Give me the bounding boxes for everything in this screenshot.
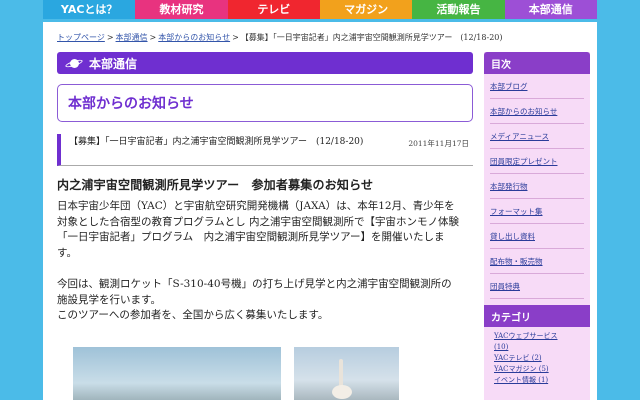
category-item-magazine[interactable]: YACマガジン (5) bbox=[494, 364, 590, 375]
category-item-tv[interactable]: YACテレビ (2) bbox=[494, 353, 590, 364]
breadcrumb-separator: > bbox=[106, 33, 114, 42]
nav-item-tv[interactable]: テレビ bbox=[227, 0, 320, 19]
breadcrumb-current: 【募集】「一日宇宙記者」内之浦宇宙空間観測所見学ツアー (12/18-20) bbox=[240, 33, 503, 42]
notice-heading-box: 本部からのお知らせ bbox=[57, 84, 473, 122]
section-title: 本部通信 bbox=[89, 56, 138, 71]
category-item-web[interactable]: YACウェブサービス bbox=[494, 331, 590, 342]
sidebar-item-rental[interactable]: 貸し出し資料 bbox=[490, 224, 584, 249]
breadcrumb-link-oshirase[interactable]: 本部からのお知らせ bbox=[158, 33, 230, 42]
sidebar: 目次 本部ブログ 本部からのお知らせ メディアニュース 団員限定プレゼント 本部… bbox=[484, 52, 590, 400]
rocket-launch-photo bbox=[294, 347, 399, 400]
sidebar-item-distribution[interactable]: 配布物・販売物 bbox=[490, 249, 584, 274]
sidebar-item-present[interactable]: 団員限定プレゼント bbox=[490, 149, 584, 174]
sidebar-category-title: カテゴリ bbox=[484, 305, 590, 327]
breadcrumb-link-honbu[interactable]: 本部通信 bbox=[116, 33, 148, 42]
nav-item-magazine[interactable]: マガジン bbox=[319, 0, 413, 19]
sidebar-menu: 本部ブログ 本部からのお知らせ メディアニュース 団員限定プレゼント 本部発行物… bbox=[484, 74, 590, 299]
page-content: トップページ > 本部通信 > 本部からのお知らせ > 【募集】「一日宇宙記者」内之浦宇宙空… bbox=[43, 22, 597, 400]
breadcrumb-link-top[interactable]: トップページ bbox=[57, 33, 105, 42]
article-headline: 内之浦宇宙空間観測所見学ツアー 参加者募集のお知らせ bbox=[57, 178, 374, 192]
nav-item-about[interactable]: YACとは？ bbox=[43, 0, 136, 19]
article-header: 【募集】「一日宇宙記者」内之浦宇宙空間観測所見学ツアー (12/18-20) 2… bbox=[57, 134, 473, 166]
article-body: 日本宇宙少年団（YAC）と宇宙航空研究開発機構（JAXA）は、本年12月、青少年… bbox=[57, 199, 461, 324]
section-header-bar: 本部通信 bbox=[57, 52, 473, 74]
article-paragraph-1: 日本宇宙少年団（YAC）と宇宙航空研究開発機構（JAXA）は、本年12月、青少年… bbox=[57, 200, 460, 259]
sidebar-item-media-news[interactable]: メディアニュース bbox=[490, 124, 584, 149]
article-paragraph-3: このツアーへの参加者を、全国から広く募集いたします。 bbox=[57, 309, 329, 321]
sidebar-item-publications[interactable]: 本部発行物 bbox=[490, 174, 584, 199]
sidebar-menu-title: 目次 bbox=[484, 52, 590, 74]
category-list: YACウェブサービス (10) YACテレビ (2) YACマガジン (5) イ… bbox=[484, 327, 590, 386]
category-item-events[interactable]: イベント情報 (1) bbox=[494, 375, 590, 386]
article-title: 【募集】「一日宇宙記者」内之浦宇宙空間観測所見学ツアー (12/18-20) bbox=[69, 137, 364, 147]
nav-item-activity[interactable]: 活動報告 bbox=[412, 0, 505, 19]
rocket-icon bbox=[339, 359, 343, 387]
sidebar-item-benefits[interactable]: 団員特典 bbox=[490, 274, 584, 299]
breadcrumb-separator: > bbox=[149, 33, 157, 42]
observatory-photo bbox=[73, 347, 281, 400]
nav-item-honbu[interactable]: 本部通信 bbox=[504, 0, 597, 19]
sidebar-item-formats[interactable]: フォーマット集 bbox=[490, 199, 584, 224]
nav-item-research[interactable]: 教材研究 bbox=[135, 0, 228, 19]
category-item-web-count[interactable]: (10) bbox=[494, 342, 590, 353]
sidebar-item-oshirase[interactable]: 本部からのお知らせ bbox=[490, 99, 584, 124]
main-column: 本部通信 本部からのお知らせ 【募集】「一日宇宙記者」内之浦宇宙空間観測所見学ツ… bbox=[57, 52, 473, 340]
breadcrumb-separator: > bbox=[232, 33, 239, 42]
sidebar-item-blog[interactable]: 本部ブログ bbox=[490, 74, 584, 99]
top-navigation: YACとは？ 教材研究 テレビ マガジン 活動報告 本部通信 bbox=[43, 0, 597, 19]
notice-title: 本部からのお知らせ bbox=[68, 96, 194, 112]
article-date: 2011年11月17日 bbox=[408, 139, 469, 148]
planet-icon bbox=[64, 57, 84, 69]
breadcrumb: トップページ > 本部通信 > 本部からのお知らせ > 【募集】「一日宇宙記者」内之浦宇宙空… bbox=[57, 32, 587, 43]
article-paragraph-2: 今回は、観測ロケット「S-310-40号機」の打ち上げ見学と内之浦宇宙空間観測所… bbox=[57, 278, 452, 306]
